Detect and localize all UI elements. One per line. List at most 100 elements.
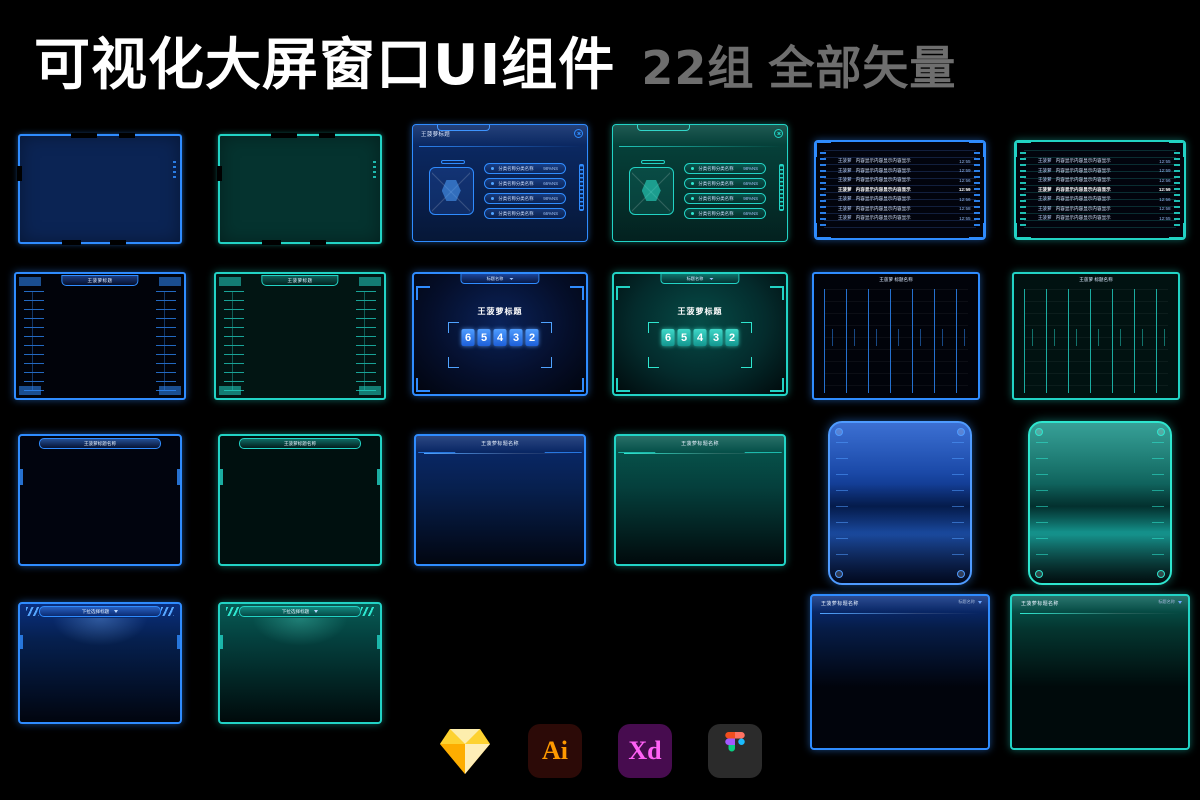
list-item[interactable]: 王菠萝 内容显示内容显示内容显示 12:55 <box>838 213 971 223</box>
card-gradient-blue[interactable]: 王菠萝标题名称 <box>400 418 600 588</box>
title-tab[interactable]: 王菠萝标题 <box>61 275 139 286</box>
dropdown-tab[interactable]: 标题名称 <box>660 274 740 284</box>
card-number-blue[interactable]: 标题名称 王菠萝标题 6 5 4 3 2 <box>400 258 600 418</box>
bullet-icon <box>491 212 495 216</box>
close-icon[interactable] <box>774 129 783 138</box>
list-item[interactable]: 王菠萝 内容显示内容显示内容显示 12:59 <box>838 166 971 176</box>
list-item[interactable]: 王菠萝 内容显示内容显示内容显示 12:55 <box>838 156 971 166</box>
dropdown-tab[interactable]: 下拉选择标题 <box>39 606 161 617</box>
card-title: 王菠萝标题名称 <box>83 440 117 446</box>
title-tab[interactable]: 王菠萝标题名称 <box>39 438 161 449</box>
sketch-icon[interactable] <box>438 724 492 778</box>
scrollbar-track[interactable] <box>779 164 784 211</box>
card-header-dropdown-blue[interactable]: 王菠萝标题名称 标题名称 <box>800 588 1000 758</box>
list-item[interactable]: 分类名称分类名称 98%NS <box>684 163 767 175</box>
card-bolt-teal[interactable] <box>1000 418 1200 588</box>
side-notch <box>220 634 223 649</box>
edge-dots-icon <box>373 161 376 181</box>
list-item[interactable]: 王菠萝 内容显示内容显示内容显示 12:56 <box>838 194 971 204</box>
list-item-value: 98%NS <box>543 196 559 202</box>
list-item[interactable]: 王菠萝 内容显示内容显示内容显示 12:58 <box>838 204 971 214</box>
card-header-dropdown-teal[interactable]: 王菠萝标题名称 标题名称 <box>1000 588 1200 758</box>
card-striped-blue[interactable]: 王菠萝 标题名称 <box>800 258 1000 418</box>
list-item[interactable]: 王菠萝 内容显示内容显示内容显示 12:55 <box>1038 156 1171 166</box>
card-dashboard-teal[interactable]: 分类名称分类名称 98%NS 分类名称分类名称 66%NS 分类名称分类名称 9… <box>600 118 800 258</box>
card-circuit-blue[interactable]: 王菠萝标题 <box>0 258 200 418</box>
circuit-rail-left <box>224 291 244 391</box>
card-tabbed-teal[interactable]: 王菠萝标题名称 <box>200 418 400 588</box>
panel-sheen <box>830 423 970 583</box>
hash-decor-icon <box>226 607 240 616</box>
list-item[interactable]: 王菠萝 内容显示内容显示内容显示 12:59 <box>1038 166 1171 176</box>
header-glow <box>52 618 148 646</box>
list-item[interactable]: 分类名称分类名称 98%NS <box>484 163 567 175</box>
card-textlist-blue[interactable]: 王菠萝 内容显示内容显示内容显示 12:55 王菠萝 内容显示内容显示内容显示 … <box>800 118 1000 258</box>
edge-dots-icon <box>173 161 176 181</box>
adobe-xd-icon[interactable]: Xd <box>618 724 672 778</box>
card-dashboard-blue[interactable]: 王菠萝标题 分类名称分类名称 98%NS 分类名称分类名称 66%NS 分类名称… <box>400 118 600 258</box>
list-item[interactable]: 王菠萝 内容显示内容显示内容显示 12:55 <box>1038 213 1171 223</box>
focus-bracket <box>448 356 460 368</box>
frame-notch <box>217 165 222 181</box>
card-plain-teal[interactable] <box>200 118 400 258</box>
card-textlist-teal[interactable]: 王菠萝 内容显示内容显示内容显示 12:55 王菠萝 内容显示内容显示内容显示 … <box>1000 118 1200 258</box>
connector-pill <box>640 159 666 164</box>
close-icon[interactable] <box>574 129 583 138</box>
list-item[interactable]: 王菠萝 内容显示内容显示内容显示 12:56 <box>1038 194 1171 204</box>
header-underline <box>419 146 581 147</box>
message-list: 王菠萝 内容显示内容显示内容显示 12:55 王菠萝 内容显示内容显示内容显示 … <box>1038 156 1171 223</box>
circuit-rail-inner-left <box>46 296 56 386</box>
figma-icon[interactable] <box>708 724 762 778</box>
header-underline <box>1020 613 1180 614</box>
message-content: 内容显示内容显示内容显示 <box>855 186 911 192</box>
message-time: 12:56 <box>959 177 971 183</box>
message-content: 内容显示内容显示内容显示 <box>1055 215 1111 221</box>
card-bolt-blue[interactable] <box>800 418 1000 588</box>
counter-digit: 3 <box>709 329 723 347</box>
header-wing <box>741 452 783 459</box>
list-item[interactable]: 王菠萝 内容显示内容显示内容显示 12:58 <box>1038 204 1171 214</box>
card-circuit-teal[interactable]: 王菠萝标题 <box>200 258 400 418</box>
title-tab[interactable]: 王菠萝标题名称 <box>239 438 361 449</box>
edge-ticks-icon <box>820 151 826 229</box>
side-knob <box>1178 334 1180 348</box>
list-item[interactable]: 分类名称分类名称 98%NS <box>484 193 567 205</box>
illustrator-icon[interactable]: Ai <box>528 724 582 778</box>
list-item[interactable]: 分类名称分类名称 66%NS <box>684 178 767 190</box>
chevron-down-icon <box>978 600 982 604</box>
list-item[interactable]: 分类名称分类名称 66%NS <box>684 208 767 220</box>
card-dropdown-teal[interactable]: 下拉选择标题 <box>200 588 400 758</box>
scrollbar-track[interactable] <box>579 164 584 211</box>
page-subtitle: 22组 全部矢量 <box>641 45 956 91</box>
poster-canvas: 可视化大屏窗口UI组件 22组 全部矢量 王菠萝标题 分类名称分类名称 98%N… <box>0 0 1200 800</box>
list-item[interactable]: 分类名称分类名称 98%NS <box>684 193 767 205</box>
card-title: 王菠萝标题 <box>287 277 313 283</box>
card-striped-teal[interactable]: 王菠萝 标题名称 <box>1000 258 1200 418</box>
dropdown-control[interactable]: 标题名称 <box>958 599 982 605</box>
card-number-teal[interactable]: 标题名称 王菠萝标题 6 5 4 3 2 <box>600 258 800 418</box>
list-item-label: 分类名称分类名称 <box>698 195 734 201</box>
dropdown-control[interactable]: 标题名称 <box>1158 599 1182 605</box>
list-item[interactable]: 王菠萝 内容显示内容显示内容显示 12:56 <box>1038 175 1171 185</box>
dropdown-tab[interactable]: 标题名称 <box>460 274 540 284</box>
list-item-value: 98%NS <box>743 166 759 172</box>
chevron-down-icon <box>709 277 714 280</box>
card-dropdown-blue[interactable]: 下拉选择标题 <box>0 588 200 758</box>
message-name: 王菠萝 <box>837 196 852 202</box>
list-item[interactable]: 分类名称分类名称 66%NS <box>484 178 567 190</box>
title-tab[interactable]: 王菠萝标题 <box>261 275 339 286</box>
card-tabbed-blue[interactable]: 王菠萝标题名称 <box>0 418 200 588</box>
focus-bracket <box>740 356 752 368</box>
list-item-value: 98%NS <box>743 196 759 202</box>
dropdown-tab[interactable]: 下拉选择标题 <box>239 606 361 617</box>
card-plain-blue[interactable] <box>0 118 200 258</box>
message-content: 内容显示内容显示内容显示 <box>1055 186 1111 192</box>
list-item-active[interactable]: 王菠萝 内容显示内容显示内容显示 12:59 <box>1038 185 1171 195</box>
corner-bar <box>359 277 381 286</box>
list-item-active[interactable]: 王菠萝 内容显示内容显示内容显示 12:59 <box>838 185 971 195</box>
list-item[interactable]: 分类名称分类名称 66%NS <box>484 208 567 220</box>
message-content: 内容显示内容显示内容显示 <box>1055 205 1111 211</box>
card-gradient-teal[interactable]: 王菠萝标题名称 <box>600 418 800 588</box>
card-title: 王菠萝标题 <box>87 277 113 283</box>
list-item[interactable]: 王菠萝 内容显示内容显示内容显示 12:56 <box>838 175 971 185</box>
